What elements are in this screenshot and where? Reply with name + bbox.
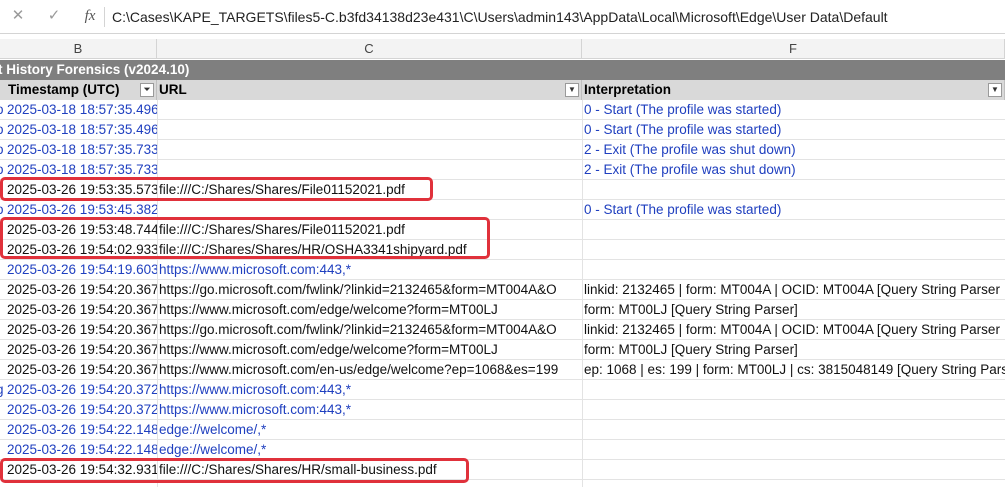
table-row[interactable]: 2025-03-26 19:54:20.367 https://www.micro… — [0, 340, 1005, 360]
cell-timestamp[interactable]: 2025-03-26 19:54:19.603 — [7, 260, 157, 279]
filter-active-icon[interactable]: ⏷ — [140, 83, 154, 97]
cell-col-a[interactable] — [0, 300, 4, 319]
cell-timestamp[interactable]: 2025-03-18 18:57:35.496 — [7, 100, 157, 119]
header-timestamp-label: Timestamp (UTC) — [8, 82, 120, 97]
cell-col-a[interactable] — [0, 340, 4, 359]
cell-timestamp[interactable]: 2025-03-26 19:54:20.367 — [7, 300, 157, 319]
cell-interpretation[interactable] — [584, 420, 1005, 439]
cell-col-a[interactable]: f — [0, 260, 4, 279]
cell-url[interactable] — [159, 100, 580, 119]
cell-interpretation[interactable] — [584, 460, 1005, 479]
cell-interpretation[interactable]: linkid: 2132465 | form: MT004A | OCID: M… — [584, 280, 1005, 299]
highlight-box — [0, 458, 469, 483]
cell-url[interactable]: https://www.microsoft.com:443,* — [159, 380, 580, 399]
cell-timestamp[interactable]: 2025-03-26 19:54:20.367 — [7, 360, 157, 379]
cell-url[interactable]: edge://welcome/,* — [159, 420, 580, 439]
cell-col-a[interactable]: o — [0, 140, 4, 159]
cell-timestamp[interactable]: 2025-03-26 19:54:20.367 — [7, 320, 157, 339]
cell-timestamp[interactable]: 2025-03-26 19:54:20.372 — [7, 400, 157, 419]
cell-url[interactable]: https://www.microsoft.com/edge/welcome?f… — [159, 300, 580, 319]
cell-interpretation[interactable]: 2 - Exit (The profile was shut down) — [584, 140, 1005, 159]
table-row[interactable]: o2025-03-18 18:57:35.496 0 - Start (The p… — [0, 100, 1005, 120]
filter-dropdown-icon[interactable]: ▼ — [565, 83, 579, 97]
cell-timestamp[interactable]: 2025-03-26 19:54:20.372 — [7, 380, 157, 399]
cell-col-a[interactable] — [0, 280, 4, 299]
cell-interpretation[interactable] — [584, 220, 1005, 239]
highlight-box — [0, 217, 490, 259]
table-row[interactable]: 2025-03-26 19:54:20.367 https://go.micros… — [0, 280, 1005, 300]
cell-interpretation[interactable]: 2 - Exit (The profile was shut down) — [584, 160, 1005, 179]
table-row[interactable]: 2025-03-26 19:54:20.367 https://www.micro… — [0, 300, 1005, 320]
cell-url[interactable]: https://www.microsoft.com:443,* — [159, 260, 580, 279]
cell-interpretation[interactable]: 0 - Start (The profile was started) — [584, 120, 1005, 139]
formula-bar-divider — [104, 7, 105, 27]
table-row[interactable]: f2025-03-26 19:54:19.603https://www.micr… — [0, 260, 1005, 280]
cell-timestamp[interactable]: 2025-03-18 18:57:35.496 — [7, 120, 157, 139]
cell-url[interactable] — [159, 120, 580, 139]
cell-col-a[interactable] — [0, 320, 4, 339]
column-header-c[interactable]: C — [157, 39, 582, 59]
cell-url[interactable]: https://go.microsoft.com/fwlink/?linkid=… — [159, 280, 580, 299]
column-header-b[interactable]: B — [0, 39, 157, 59]
cell-col-a[interactable] — [0, 360, 4, 379]
table-row[interactable]: f2025-03-26 19:54:20.372https://www.micr… — [0, 400, 1005, 420]
cell-interpretation[interactable]: form: MT00LJ [Query String Parser] — [584, 300, 1005, 319]
cell-interpretation[interactable]: ep: 1068 | es: 199 | form: MT00LJ | cs: … — [584, 360, 1005, 379]
close-icon[interactable]: ✕ — [6, 6, 30, 26]
cell-col-a[interactable]: f — [0, 400, 4, 419]
header-url: URL ▼ — [157, 80, 582, 100]
table-row[interactable]: f2025-03-26 19:54:22.148edge://welcome/,… — [0, 440, 1005, 460]
table-row[interactable]: g2025-03-26 19:54:20.372https://www.micr… — [0, 380, 1005, 400]
cell-interpretation[interactable]: linkid: 2132465 | form: MT004A | OCID: M… — [584, 320, 1005, 339]
header-url-label: URL — [159, 82, 187, 97]
formula-bar: ✕ ✓ fx C:\Cases\KAPE_TARGETS\files5-C.b3… — [0, 0, 1005, 34]
table-row[interactable]: f2025-03-26 19:54:22.148edge://welcome/,… — [0, 420, 1005, 440]
cell-col-a[interactable]: o — [0, 120, 4, 139]
cell-url[interactable]: https://www.microsoft.com/edge/welcome?f… — [159, 340, 580, 359]
cell-col-a[interactable]: g — [0, 380, 4, 399]
cell-interpretation[interactable] — [584, 180, 1005, 199]
cell-interpretation[interactable]: form: MT00LJ [Query String Parser] — [584, 340, 1005, 359]
function-icon[interactable]: fx — [78, 6, 102, 26]
header-timestamp: Timestamp (UTC) ⏷ — [0, 80, 157, 100]
cell-interpretation[interactable] — [584, 400, 1005, 419]
table-row[interactable]: o2025-03-18 18:57:35.733 2 - Exit (The pr… — [0, 140, 1005, 160]
cell-timestamp[interactable]: 2025-03-26 19:54:20.367 — [7, 340, 157, 359]
cell-url[interactable]: https://www.microsoft.com:443,* — [159, 400, 580, 419]
cell-col-a[interactable]: f — [0, 420, 4, 439]
cell-interpretation[interactable]: 0 - Start (The profile was started) — [584, 200, 1005, 219]
cell-interpretation[interactable] — [584, 440, 1005, 459]
filter-dropdown-icon[interactable]: ▼ — [988, 83, 1002, 97]
column-header-f[interactable]: F — [582, 39, 1005, 59]
cell-interpretation[interactable] — [584, 260, 1005, 279]
cell-timestamp[interactable]: 2025-03-18 18:57:35.733 — [7, 140, 157, 159]
table-row[interactable]: 2025-03-26 19:54:20.367 https://www.micro… — [0, 360, 1005, 380]
cell-col-a[interactable]: f — [0, 440, 4, 459]
check-icon[interactable]: ✓ — [42, 6, 66, 26]
cell-col-a[interactable]: o — [0, 100, 4, 119]
header-interpretation: Interpretation ▼ — [582, 80, 1005, 100]
cell-timestamp[interactable]: 2025-03-26 19:54:22.148 — [7, 420, 157, 439]
sheet-title: t History Forensics (v2024.10) — [0, 62, 190, 77]
header-interpretation-label: Interpretation — [584, 82, 672, 97]
table-row[interactable]: o2025-03-18 18:57:35.496 0 - Start (The p… — [0, 120, 1005, 140]
cell-url[interactable]: edge://welcome/,* — [159, 440, 580, 459]
cell-url[interactable]: https://go.microsoft.com/fwlink/?linkid=… — [159, 320, 580, 339]
cell-timestamp[interactable]: 2025-03-26 19:54:22.148 — [7, 440, 157, 459]
formula-input[interactable]: C:\Cases\KAPE_TARGETS\files5-C.b3fd34138… — [112, 0, 888, 34]
cell-timestamp[interactable]: 2025-03-26 19:54:20.367 — [7, 280, 157, 299]
cell-interpretation[interactable] — [584, 240, 1005, 259]
cell-url[interactable] — [159, 140, 580, 159]
sheet-title-band: t History Forensics (v2024.10) — [0, 60, 1005, 80]
table-row[interactable]: 2025-03-26 19:54:20.367 https://go.micros… — [0, 320, 1005, 340]
cell-url[interactable]: https://www.microsoft.com/en-us/edge/wel… — [159, 360, 580, 379]
cell-interpretation[interactable] — [584, 380, 1005, 399]
highlight-box — [0, 177, 433, 201]
cell-interpretation[interactable]: 0 - Start (The profile was started) — [584, 100, 1005, 119]
